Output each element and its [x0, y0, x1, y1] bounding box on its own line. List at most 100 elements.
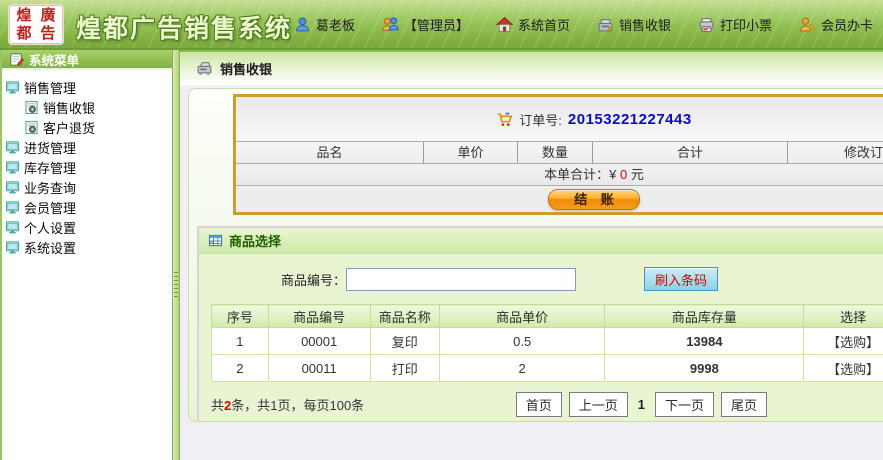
- col-code: 商品编号: [268, 305, 370, 328]
- cell-seq: 2: [212, 355, 269, 382]
- nav-print-receipt[interactable]: 打印小票: [698, 15, 772, 34]
- checkout-button[interactable]: 结 账: [548, 189, 640, 210]
- sidebar-item-customer-returns[interactable]: 客户退货: [2, 117, 172, 137]
- sidebar-item-sales-cashier[interactable]: 销售收银: [2, 97, 172, 117]
- sidebar-item-label: 库存管理: [24, 158, 76, 177]
- next-page-button[interactable]: 下一页: [655, 392, 714, 417]
- nav-member-card[interactable]: 会员办卡: [799, 15, 873, 34]
- app-header: 煌 廣 都 告 煌都广告销售系统 葛老板 【管理员】: [0, 0, 883, 50]
- sidebar-splitter[interactable]: [172, 50, 180, 460]
- sidebar-item-label: 会员管理: [24, 198, 76, 217]
- summary-prefix: 共: [211, 398, 224, 413]
- order-table-header: 品名 单价 数量 合计 修改订单: [236, 142, 883, 164]
- cell-code: 00001: [268, 328, 370, 355]
- monitor-icon: [5, 160, 20, 175]
- seal-char: 煌: [16, 7, 31, 24]
- cell-name: 打印: [370, 355, 439, 382]
- order-button-row: 结 账: [236, 186, 883, 212]
- order-column-qty: 数量: [518, 142, 593, 163]
- nav-label: 销售收银: [619, 15, 671, 34]
- page-gear-icon: [24, 120, 39, 135]
- cashier-title-icon: [196, 60, 213, 77]
- order-number-value: 20153221227443: [568, 111, 692, 128]
- sidebar-title: 系统菜单: [29, 50, 79, 69]
- nav-system-home[interactable]: 系统首页: [496, 15, 570, 34]
- sidebar-item-business-query[interactable]: 业务查询: [2, 177, 172, 197]
- cashier-icon: [597, 16, 614, 33]
- home-icon: [496, 16, 513, 33]
- cell-name: 复印: [370, 328, 439, 355]
- page-title-bar: 销售收银: [180, 50, 883, 85]
- select-product-link[interactable]: 【选购】: [804, 328, 883, 355]
- sidebar-item-personal-settings[interactable]: 个人设置: [2, 217, 172, 237]
- seal-char: 告: [40, 25, 55, 42]
- nav-sales-cashier[interactable]: 销售收银: [597, 15, 671, 34]
- table-row: 2 00011 打印 2 9998 【选购】: [212, 355, 883, 382]
- seal-char: 廣: [40, 7, 55, 24]
- nav-label: 【管理员】: [404, 15, 469, 34]
- seal-char: 都: [16, 25, 31, 42]
- nav-label: 葛老板: [316, 15, 355, 34]
- sidebar-item-label: 个人设置: [24, 218, 76, 237]
- scan-barcode-button[interactable]: 刷入条码: [644, 267, 718, 291]
- sidebar-item-sales-management[interactable]: 销售管理: [2, 77, 172, 97]
- col-price: 商品单价: [439, 305, 604, 328]
- sidebar-item-member-management[interactable]: 会员管理: [2, 197, 172, 217]
- monitor-icon: [5, 200, 20, 215]
- nav-label: 打印小票: [720, 15, 772, 34]
- cart-icon: [496, 111, 513, 128]
- col-select: 选择: [804, 305, 883, 328]
- cashier-panel: 订单号: 20153221227443 品名 单价 数量 合计 修改订单 本单合…: [188, 88, 883, 422]
- select-product-link[interactable]: 【选购】: [804, 355, 883, 382]
- cell-seq: 1: [212, 328, 269, 355]
- pagination-summary: 共2条，共1页，每页100条: [211, 395, 364, 414]
- product-search-row: 商品编号： 刷入条码: [211, 266, 883, 292]
- order-column-name: 品名: [236, 142, 424, 163]
- sidebar-item-label: 客户退货: [43, 118, 95, 137]
- summary-suffix: 条，共1页，每页100条: [231, 398, 364, 413]
- col-stock: 商品库存量: [605, 305, 804, 328]
- sidebar-item-inventory-management[interactable]: 库存管理: [2, 157, 172, 177]
- last-page-button[interactable]: 尾页: [721, 392, 767, 417]
- cell-price: 0.5: [439, 328, 604, 355]
- order-column-modify: 修改订单: [788, 142, 883, 163]
- order-total-unit: 元: [631, 167, 644, 182]
- admin-users-icon: [382, 16, 399, 33]
- sidebar-item-label: 销售收银: [43, 98, 95, 117]
- sidebar-item-label: 销售管理: [24, 78, 76, 97]
- pagination-buttons: 首页 上一页 1 下一页 尾页: [516, 392, 767, 417]
- sidebar-item-label: 系统设置: [24, 238, 76, 257]
- product-table-header-row: 序号 商品编号 商品名称 商品单价 商品库存量 选择: [212, 305, 883, 328]
- sidebar-item-label: 进货管理: [24, 138, 76, 157]
- menu-notes-icon: [9, 52, 24, 67]
- pagination: 共2条，共1页，每页100条 首页 上一页 1 下一页 尾页: [211, 392, 767, 417]
- nav-current-user[interactable]: 葛老板: [294, 15, 355, 34]
- product-code-input[interactable]: [346, 268, 576, 291]
- sidebar-item-system-settings[interactable]: 系统设置: [2, 237, 172, 257]
- table-row: 1 00001 复印 0.5 13984 【选购】: [212, 328, 883, 355]
- sidebar-item-purchase-management[interactable]: 进货管理: [2, 137, 172, 157]
- monitor-icon: [5, 220, 20, 235]
- sidebar-item-label: 业务查询: [24, 178, 76, 197]
- product-code-label: 商品编号：: [281, 270, 346, 289]
- order-column-subtotal: 合计: [593, 142, 788, 163]
- col-name: 商品名称: [370, 305, 439, 328]
- prev-page-button[interactable]: 上一页: [569, 392, 628, 417]
- splitter-grip-icon[interactable]: [174, 272, 178, 300]
- monitor-icon: [5, 240, 20, 255]
- monitor-icon: [5, 140, 20, 155]
- product-select-header: 商品选择: [199, 228, 883, 254]
- nav-label: 会员办卡: [821, 15, 873, 34]
- page-title: 销售收银: [220, 59, 272, 78]
- sidebar-menu: 销售管理 销售收银 客户退货: [2, 70, 172, 257]
- nav-role-admin[interactable]: 【管理员】: [382, 15, 469, 34]
- cell-stock: 13984: [605, 328, 804, 355]
- product-select-body: 商品编号： 刷入条码 序号 商品编号 商品名称 商品单价 商品库存量: [199, 254, 883, 422]
- cell-code: 00011: [268, 355, 370, 382]
- user-icon: [294, 16, 311, 33]
- order-total-label: 本单合计：¥: [544, 167, 616, 182]
- sidebar-header: 系统菜单: [2, 50, 172, 70]
- first-page-button[interactable]: 首页: [516, 392, 562, 417]
- cell-price: 2: [439, 355, 604, 382]
- member-card-icon: [799, 16, 816, 33]
